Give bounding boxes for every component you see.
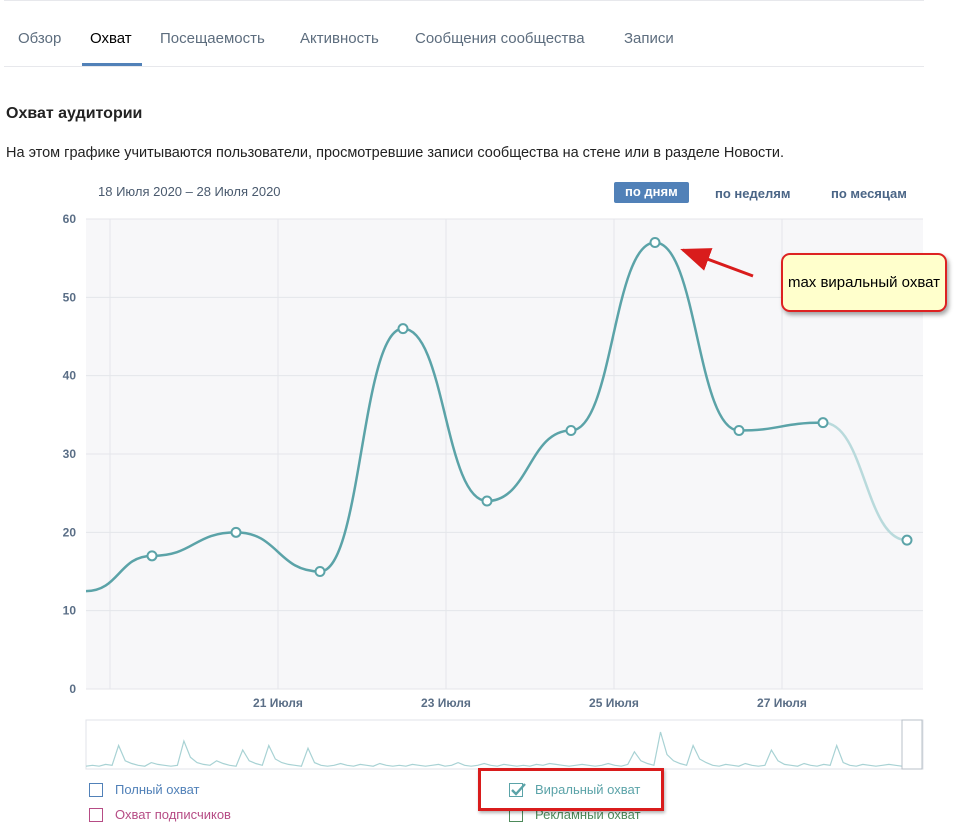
section-title: Охват аудитории: [6, 105, 143, 122]
period-by-week[interactable]: по неделям: [715, 186, 790, 201]
checkbox-subscribers-reach[interactable]: [89, 807, 103, 822]
date-range[interactable]: 18 Июля 2020 – 28 Июля 2020: [98, 184, 281, 199]
legend-subscribers-reach[interactable]: Охват подписчиков: [89, 807, 231, 822]
legend-full-reach[interactable]: Полный охват: [89, 782, 200, 797]
x-tick-label: 27 Июля: [757, 696, 807, 710]
checkbox-full-reach[interactable]: [89, 782, 103, 797]
y-axis: 0 10 20 30 40 50 60: [63, 212, 77, 696]
y-tick-label: 10: [63, 604, 77, 618]
y-tick-label: 60: [63, 212, 77, 226]
y-tick-label: 20: [63, 525, 77, 539]
data-point[interactable]: [649, 237, 661, 248]
navigator-frame: [85, 719, 924, 770]
x-tick-label: 21 Июля: [253, 696, 303, 710]
data-point[interactable]: [817, 417, 829, 429]
x-axis: 21 Июля 23 Июля 25 Июля 27 Июля: [253, 696, 807, 710]
y-tick-label: 0: [69, 682, 76, 696]
max-viral-reach-callout: max виральный охват: [781, 253, 947, 312]
tab-posts[interactable]: Записи: [624, 30, 674, 47]
data-point[interactable]: [146, 550, 158, 562]
section-description: На этом графике учитываются пользователи…: [6, 145, 785, 161]
viral-reach-highlight: [478, 768, 664, 811]
data-point[interactable]: [397, 323, 409, 335]
navigator[interactable]: [85, 719, 924, 770]
tab-reach[interactable]: Охват: [90, 30, 132, 47]
data-point[interactable]: [565, 425, 577, 436]
y-tick-label: 40: [63, 369, 77, 383]
legend-label: Полный охват: [115, 782, 200, 797]
tab-overview[interactable]: Обзор: [18, 30, 61, 47]
tab-activity[interactable]: Активность: [300, 30, 379, 47]
data-point[interactable]: [901, 534, 913, 546]
data-point[interactable]: [230, 526, 242, 538]
y-tick-label: 50: [63, 290, 77, 304]
x-tick-label: 25 Июля: [589, 696, 639, 710]
x-tick-label: 23 Июля: [421, 696, 471, 710]
period-by-month[interactable]: по месяцам: [831, 186, 907, 201]
tab-traffic[interactable]: Посещаемость: [160, 30, 265, 47]
y-tick-label: 30: [63, 447, 77, 461]
legend-label: Охват подписчиков: [115, 807, 231, 822]
data-point[interactable]: [733, 425, 745, 436]
data-point[interactable]: [314, 566, 326, 577]
tab-bar: Обзор Охват Посещаемость Активность Сооб…: [4, 0, 924, 67]
active-tab-indicator: [82, 63, 142, 66]
data-point[interactable]: [481, 495, 493, 507]
tab-community-messages[interactable]: Сообщения сообщества: [415, 30, 585, 47]
